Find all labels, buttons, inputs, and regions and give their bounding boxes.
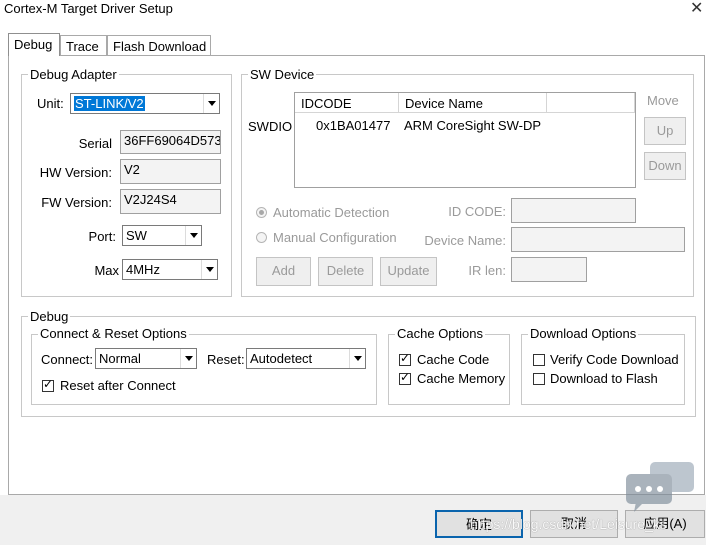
tab-flash-download[interactable]: Flash Download — [107, 35, 211, 56]
download-options-group — [521, 334, 685, 405]
hw-version-label: HW Version: — [39, 165, 112, 180]
id-code-field[interactable] — [511, 198, 636, 223]
chevron-down-icon[interactable] — [180, 349, 196, 368]
reset-after-connect-label: Reset after Connect — [60, 378, 176, 393]
download-options-legend: Download Options — [528, 326, 639, 341]
connect-value: Normal — [99, 351, 141, 366]
column-header-device-name[interactable]: Device Name — [399, 93, 547, 113]
connect-select[interactable]: Normal — [95, 348, 197, 369]
row-device-name[interactable]: ARM CoreSight SW-DP — [404, 118, 541, 133]
port-select[interactable]: SW — [122, 225, 202, 246]
cache-code-label: Cache Code — [417, 352, 490, 367]
cache-options-legend: Cache Options — [395, 326, 485, 341]
connect-reset-group — [31, 334, 377, 405]
window-title: Cortex-M Target Driver Setup — [4, 1, 173, 16]
verify-code-download-checkbox[interactable] — [533, 354, 545, 366]
id-code-label: ID CODE: — [448, 204, 506, 219]
port-value: SW — [126, 228, 147, 243]
ir-len-field[interactable] — [511, 257, 587, 282]
unit-value: ST-LINK/V2 — [74, 96, 145, 111]
down-button[interactable]: Down — [644, 152, 686, 180]
watermark-text: https://blog.csdn.net/Leisure_ks — [470, 516, 667, 532]
serial-field: 36FF69064D5739 — [120, 130, 221, 154]
cache-code-checkbox[interactable] — [399, 351, 411, 366]
reset-after-connect-checkbox[interactable] — [42, 377, 54, 392]
serial-label: Serial — [78, 136, 112, 151]
hw-version-field: V2 — [120, 159, 221, 184]
connect-label: Connect: — [41, 352, 94, 367]
move-label: Move — [647, 93, 679, 108]
manual-configuration-label: Manual Configuration — [273, 230, 397, 245]
reset-select[interactable]: Autodetect — [246, 348, 366, 369]
column-header-empty — [547, 93, 635, 113]
chevron-down-icon[interactable] — [349, 349, 365, 368]
sw-device-legend: SW Device — [248, 67, 317, 82]
max-clock-label: Max — [94, 263, 119, 278]
download-to-flash-checkbox[interactable] — [533, 373, 545, 385]
tab-trace[interactable]: Trace — [60, 35, 107, 56]
chevron-down-icon[interactable] — [185, 226, 201, 245]
row-idcode[interactable]: 0x1BA01477 — [316, 118, 390, 133]
reset-label: Reset: — [207, 352, 245, 367]
port-label: Port: — [88, 229, 116, 244]
max-clock-select[interactable]: 4MHz — [122, 259, 218, 280]
automatic-detection-radio[interactable] — [256, 207, 267, 218]
device-name-label: Device Name: — [424, 233, 506, 248]
connect-reset-legend: Connect & Reset Options — [38, 326, 189, 341]
cache-memory-label: Cache Memory — [417, 371, 506, 386]
unit-select[interactable]: ST-LINK/V2 — [70, 93, 220, 114]
ir-len-label: IR len: — [468, 263, 506, 278]
manual-configuration-radio[interactable] — [256, 232, 267, 243]
unit-label: Unit: — [37, 96, 64, 111]
download-to-flash-label: Download to Flash — [550, 371, 658, 386]
chevron-down-icon[interactable] — [201, 260, 217, 279]
sw-device-table[interactable]: IDCODE Device Name 0x1BA01477 ARM CoreSi… — [294, 92, 636, 188]
swdio-label: SWDIO — [248, 119, 293, 134]
device-name-field[interactable] — [511, 227, 685, 252]
max-clock-value: 4MHz — [126, 262, 160, 277]
fw-version-field: V2J24S4 — [120, 189, 221, 214]
fw-version-label: FW Version: — [41, 195, 112, 210]
verify-code-download-label: Verify Code Download — [550, 352, 679, 367]
up-button[interactable]: Up — [644, 117, 686, 145]
cache-memory-checkbox[interactable] — [399, 370, 411, 385]
chat-bubble-icon — [626, 462, 694, 512]
debug-adapter-legend: Debug Adapter — [28, 67, 119, 82]
add-button[interactable]: Add — [256, 257, 311, 286]
debug-legend: Debug — [28, 309, 71, 324]
delete-button[interactable]: Delete — [318, 257, 373, 286]
chevron-down-icon[interactable] — [203, 94, 219, 113]
close-icon[interactable]: ✕ — [690, 0, 703, 18]
reset-value: Autodetect — [250, 351, 313, 366]
column-header-idcode[interactable]: IDCODE — [295, 93, 399, 113]
tab-debug[interactable]: Debug — [8, 33, 60, 56]
update-button[interactable]: Update — [380, 257, 437, 286]
automatic-detection-label: Automatic Detection — [273, 205, 390, 220]
